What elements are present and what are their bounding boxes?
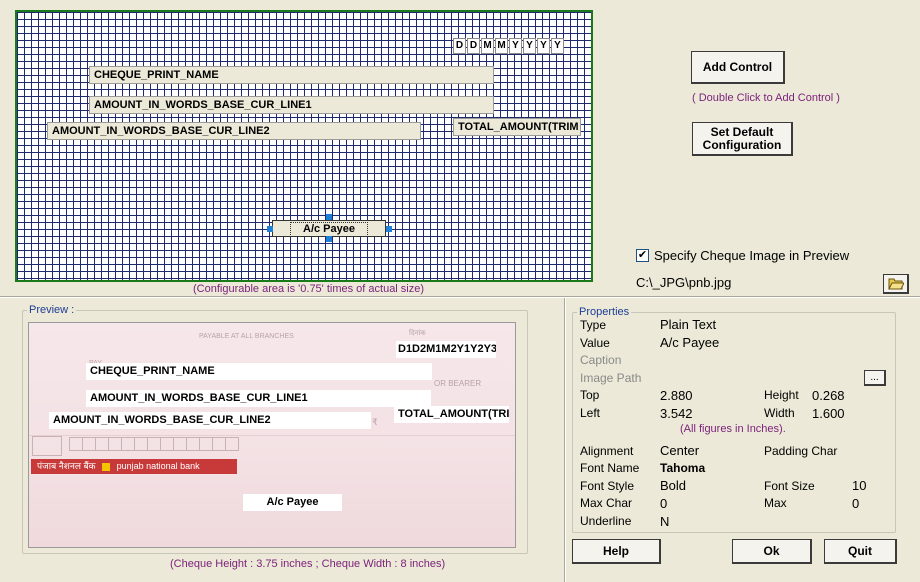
max-char-label: Max Char (580, 496, 633, 510)
date-caption: दिनांक (409, 330, 426, 337)
open-folder-button[interactable] (883, 274, 909, 294)
control-amount-words-line2[interactable]: AMOUNT_IN_WORDS_BASE_CUR_LINE2 (47, 122, 421, 140)
font-style-value[interactable]: Bold (660, 478, 686, 493)
account-boxes (69, 437, 239, 451)
underline-value[interactable]: N (660, 514, 669, 529)
font-name-value[interactable]: Tahoma (660, 461, 705, 475)
preview-ac-payee: A/c Payee (243, 494, 342, 511)
font-size-label: Font Size (764, 479, 815, 493)
height-value[interactable]: 0.268 (812, 388, 845, 403)
cheque-image-checkbox-label: Specify Cheque Image in Preview (654, 248, 850, 263)
top-label: Top (580, 388, 600, 402)
width-label: Width (764, 406, 795, 420)
bank-logo-icon (102, 462, 111, 471)
resize-handle-left[interactable] (267, 226, 273, 232)
add-control-hint: ( Double Click to Add Control ) (692, 92, 840, 104)
set-default-line1: Set Default (710, 124, 774, 139)
cheque-size-note: (Cheque Height : 3.75 inches ; Cheque Wi… (170, 558, 446, 570)
payable-text: PAYABLE AT ALL BRANCHES (199, 333, 294, 340)
date-char-box[interactable]: Y (537, 38, 550, 54)
type-value[interactable]: Plain Text (660, 317, 716, 332)
bank-hindi: पंजाब नैशनल बैंक (37, 461, 96, 471)
font-style-label: Font Style (580, 479, 635, 493)
preview-date: D1D2M1M2Y1Y2Y3Y4 (396, 341, 496, 358)
add-control-button[interactable]: Add Control (691, 51, 785, 84)
date-char-box[interactable]: Y (551, 38, 564, 54)
horizontal-divider (0, 296, 920, 298)
left-value[interactable]: 3.542 (660, 406, 693, 421)
control-amount-words-line1[interactable]: AMOUNT_IN_WORDS_BASE_CUR_LINE1 (89, 96, 494, 114)
control-ac-payee-selected[interactable]: A/c Payee (272, 220, 386, 237)
vertical-divider (564, 298, 566, 582)
alignment-label: Alignment (580, 444, 634, 458)
type-label: Type (580, 318, 607, 332)
date-char-box[interactable]: Y (509, 38, 522, 54)
bank-banner: पंजाब नैशनल बैंक punjab national bank (31, 459, 237, 474)
preview-amount-words-line2: AMOUNT_IN_WORDS_BASE_CUR_LINE2 (49, 412, 371, 429)
underline-label: Underline (580, 514, 632, 528)
properties-legend: Properties (579, 306, 630, 318)
height-label: Height (764, 388, 799, 402)
control-cheque-print-name[interactable]: CHEQUE_PRINT_NAME (89, 66, 494, 84)
date-char-box[interactable]: M (495, 38, 508, 54)
top-value[interactable]: 2.880 (660, 388, 693, 403)
cheque-image-path: C:\_JPG\pnb.jpg (636, 275, 732, 290)
set-default-configuration-button[interactable]: Set Default Configuration (692, 122, 793, 156)
cheque-line (29, 435, 515, 436)
date-char-box[interactable]: M (481, 38, 494, 54)
max-value[interactable]: 0 (852, 496, 859, 511)
image-path-browse-button[interactable]: ... (864, 370, 886, 386)
resize-handle-top[interactable] (326, 214, 332, 220)
width-value[interactable]: 1.600 (812, 406, 845, 421)
account-caption-box (32, 436, 62, 456)
value-value[interactable]: A/c Payee (660, 335, 719, 350)
set-default-line2: Configuration (702, 137, 782, 152)
resize-handle-bottom[interactable] (326, 236, 332, 242)
alignment-value[interactable]: Center (660, 443, 699, 458)
preview-total-amount: TOTAL_AMOUNT(TRIMM (394, 406, 509, 423)
left-label: Left (580, 406, 601, 420)
ac-payee-label: A/c Payee (290, 222, 368, 236)
font-name-label: Font Name (580, 461, 640, 475)
preview-legend: Preview : (29, 304, 75, 316)
cheque-image-checkbox[interactable]: ✔ (636, 249, 649, 262)
max-char-value[interactable]: 0 (660, 496, 667, 511)
padding-char-label: Padding Char (764, 444, 838, 458)
rupee-mark: ₹ (372, 417, 378, 427)
configurable-area-note: (Configurable area is '0.75' times of ac… (193, 283, 425, 295)
resize-handle-right[interactable] (386, 226, 392, 232)
value-label: Value (580, 336, 610, 350)
caption-label: Caption (580, 353, 622, 367)
ok-button[interactable]: Ok (732, 539, 812, 564)
font-size-value[interactable]: 10 (852, 478, 866, 493)
date-char-box[interactable]: D (467, 38, 480, 54)
cheque-preview-image: PAYABLE AT ALL BRANCHES PAY दिनांक OR BE… (28, 322, 516, 548)
quit-button[interactable]: Quit (824, 539, 897, 564)
preview-amount-words-line1: AMOUNT_IN_WORDS_BASE_CUR_LINE1 (86, 390, 431, 407)
image-path-label: Image Path (580, 371, 642, 385)
help-button[interactable]: Help (572, 539, 661, 564)
max-label: Max (764, 496, 787, 510)
preview-cheque-print-name: CHEQUE_PRINT_NAME (86, 363, 432, 380)
control-total-amount[interactable]: TOTAL_AMOUNT(TRIM (453, 118, 581, 136)
folder-open-icon (887, 278, 904, 290)
bank-name: punjab national bank (116, 461, 200, 471)
cheque-design-grid[interactable]: DDMMYYYY CHEQUE_PRINT_NAME AMOUNT_IN_WOR… (15, 10, 593, 282)
units-note: (All figures in Inches). (680, 423, 786, 435)
date-char-box[interactable]: Y (523, 38, 536, 54)
date-char-box[interactable]: D (453, 38, 466, 54)
bearer-text: OR BEARER (434, 379, 482, 388)
